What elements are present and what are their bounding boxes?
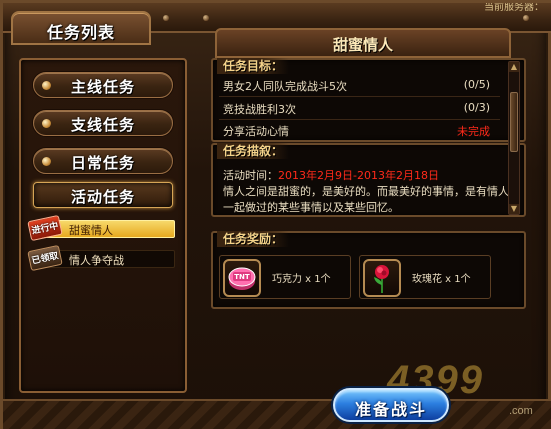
goal-text: 分享活动心情 bbox=[223, 125, 289, 138]
goal-progress: 未完成 bbox=[457, 125, 490, 138]
category-label: 日常任务 bbox=[70, 154, 135, 172]
quest-item-lover-battle[interactable]: 已领取 情人争夺战 bbox=[27, 244, 179, 272]
goal-text: 竞技战胜利3次 bbox=[223, 103, 296, 116]
description-text: 情人之间是甜蜜的，是美好的。而最美好的事情，是有情人 bbox=[223, 185, 509, 198]
bullet-icon bbox=[42, 119, 51, 128]
event-time-value: 2013年2月9日-2013年2月18日 bbox=[278, 169, 439, 182]
rose-icon bbox=[363, 259, 401, 297]
reward-name: 玫瑰花 x 1个 bbox=[412, 274, 471, 285]
category-label: 支线任务 bbox=[70, 116, 135, 134]
description-heading: 任务描叙： bbox=[217, 143, 290, 159]
rivet bbox=[523, 15, 529, 21]
chocolate-icon-text: TNT bbox=[234, 273, 250, 281]
bullet-icon bbox=[42, 81, 51, 90]
list-title: 任务列表 bbox=[46, 23, 115, 42]
description-section: 任务描叙： 活动时间：2013年2月9日-2013年2月18日 情人之间是甜蜜的… bbox=[211, 143, 526, 217]
divider bbox=[219, 96, 500, 97]
rivet bbox=[203, 15, 209, 21]
reward-name: 巧克力 x 1个 bbox=[272, 274, 331, 285]
scroll-down-icon[interactable]: ▼ bbox=[509, 204, 519, 214]
prepare-battle-label: 准备战斗 bbox=[354, 400, 427, 419]
reward-item-rose[interactable]: 玫瑰花 x 1个 bbox=[359, 255, 491, 299]
prepare-battle-button[interactable]: 准备战斗 bbox=[333, 388, 449, 422]
bullet-icon bbox=[42, 157, 51, 166]
quest-item-sweet-lover[interactable]: 进行中 甜蜜情人 bbox=[27, 214, 179, 242]
list-title-tab: 任务列表 bbox=[11, 11, 151, 45]
quest-window: 当前服务器： 任务列表 甜蜜情人 主线任务 支线任务 日常任务 活动任务 进行中… bbox=[0, 0, 551, 429]
goal-progress: (0/5) bbox=[463, 78, 490, 91]
category-label: 活动任务 bbox=[70, 188, 135, 206]
goals-heading: 任务目标： bbox=[217, 58, 290, 74]
scrollbar[interactable]: ▲ ▼ bbox=[508, 61, 520, 215]
goals-section: 任务目标： 男女2人同队完成战斗5次 (0/5) 竞技战胜利3次 (0/3) 分… bbox=[211, 58, 526, 142]
quest-item-name: 情人争夺战 bbox=[69, 254, 124, 267]
detail-title: 甜蜜情人 bbox=[332, 36, 393, 54]
goal-text: 男女2人同队完成战斗5次 bbox=[223, 80, 347, 93]
description-text: 一起做过的某些事情以及某些回忆。 bbox=[223, 201, 399, 214]
category-panel: 主线任务 支线任务 日常任务 活动任务 进行中 甜蜜情人 已领取 情人争夺战 bbox=[19, 58, 187, 393]
quest-item-name: 甜蜜情人 bbox=[69, 224, 113, 237]
divider bbox=[219, 119, 500, 120]
category-daily-quest-button[interactable]: 日常任务 bbox=[33, 148, 173, 174]
chocolate-icon: TNT bbox=[223, 259, 261, 297]
category-side-quest-button[interactable]: 支线任务 bbox=[33, 110, 173, 136]
server-label: 当前服务器： bbox=[484, 3, 544, 13]
rivet bbox=[163, 15, 169, 21]
watermark-suffix: .com bbox=[509, 405, 533, 417]
goal-progress: (0/3) bbox=[463, 101, 490, 114]
category-main-quest-button[interactable]: 主线任务 bbox=[33, 72, 173, 98]
category-event-quest-button[interactable]: 活动任务 bbox=[33, 182, 173, 208]
rewards-section: 任务奖励： TNT 巧克力 x 1个 玫瑰花 x 1个 bbox=[211, 231, 526, 309]
reward-item-chocolate[interactable]: TNT 巧克力 x 1个 bbox=[219, 255, 351, 299]
scroll-thumb[interactable] bbox=[510, 92, 518, 152]
rewards-heading: 任务奖励： bbox=[217, 231, 290, 247]
event-time-label: 活动时间： bbox=[223, 169, 278, 182]
scroll-up-icon[interactable]: ▲ bbox=[509, 62, 519, 72]
category-label: 主线任务 bbox=[70, 78, 135, 96]
event-time: 活动时间：2013年2月9日-2013年2月18日 bbox=[223, 167, 439, 183]
detail-title-tab: 甜蜜情人 bbox=[215, 28, 511, 58]
